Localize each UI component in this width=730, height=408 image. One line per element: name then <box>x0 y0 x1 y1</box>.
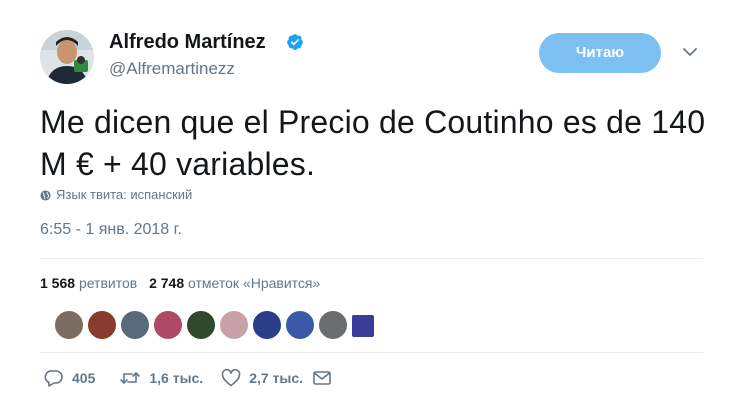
likes-count: 2 748 <box>149 275 185 291</box>
following-button[interactable]: Читаю <box>539 33 661 73</box>
liker-avatar[interactable] <box>186 310 216 340</box>
reply-icon <box>44 370 63 387</box>
chevron-down-icon[interactable] <box>682 46 698 58</box>
tweet-stats: 1 568 ретвитов 2 748 отметок «Нравится» <box>40 273 320 293</box>
author-avatar[interactable] <box>40 30 94 84</box>
liker-avatar[interactable] <box>153 310 183 340</box>
author-avatar-image <box>40 30 94 84</box>
tweet-text: Me dicen que el Precio de Coutinho es de… <box>40 104 706 182</box>
retweet-action[interactable]: 1,6 тыс. <box>119 369 203 387</box>
message-icon <box>313 371 331 385</box>
author-handle[interactable]: @Alfremartinezz <box>109 59 235 79</box>
liker-avatar[interactable] <box>87 310 117 340</box>
liker-avatar[interactable] <box>318 310 348 340</box>
divider <box>40 258 703 259</box>
retweets-label: ретвитов <box>78 275 138 291</box>
like-action[interactable]: 2,7 тыс. <box>221 369 303 387</box>
verified-badge-icon <box>287 34 303 50</box>
tweet-actions: 405 1,6 тыс. 2,7 тыс. <box>44 366 357 390</box>
likes-stat[interactable]: 2 748 отметок «Нравится» <box>149 275 320 291</box>
likes-label: отметок «Нравится» <box>188 275 321 291</box>
retweet-count: 1,6 тыс. <box>149 370 204 386</box>
liker-avatar[interactable] <box>219 310 249 340</box>
retweets-count: 1 568 <box>40 275 76 291</box>
liker-avatar[interactable] <box>351 314 375 338</box>
retweet-icon <box>120 372 141 384</box>
reply-action[interactable]: 405 <box>44 369 95 387</box>
tweet-timestamp[interactable]: 6:55 - 1 янв. 2018 г. <box>40 220 182 240</box>
liker-avatar[interactable] <box>285 310 315 340</box>
like-icon <box>221 369 241 387</box>
retweets-stat[interactable]: 1 568 ретвитов <box>40 275 137 291</box>
author-name[interactable]: Alfredo Martínez <box>109 30 266 54</box>
tweet-language: Язык твита: испанский <box>40 187 192 203</box>
tweet-language-label: Язык твита: испанский <box>56 187 193 202</box>
liker-avatar[interactable] <box>252 310 282 340</box>
reply-count: 405 <box>72 370 96 386</box>
message-action[interactable] <box>313 370 339 386</box>
globe-icon <box>40 189 51 201</box>
liker-avatar[interactable] <box>54 310 84 340</box>
liker-avatar[interactable] <box>120 310 150 340</box>
like-count: 2,7 тыс. <box>249 370 304 386</box>
divider <box>40 352 703 353</box>
